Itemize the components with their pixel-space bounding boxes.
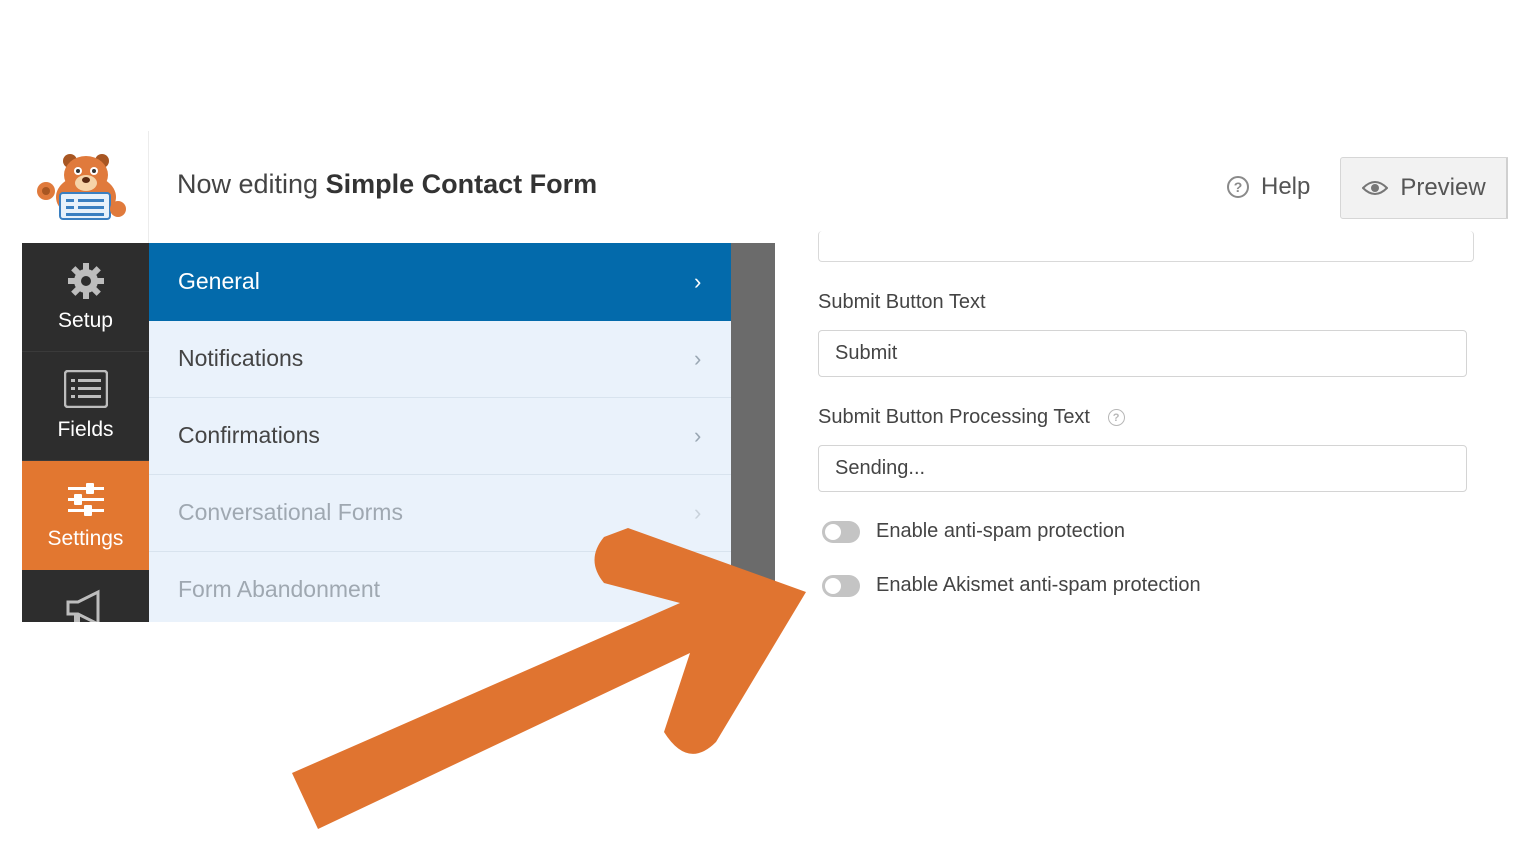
bear-mascot-icon: [37, 154, 126, 220]
chevron-right-icon: ›: [694, 499, 702, 525]
panel-item-label: General: [178, 268, 260, 294]
help-icon: ?: [1227, 176, 1249, 198]
toggle-knob: [825, 577, 841, 594]
previous-field-edge: [818, 231, 1474, 262]
page-title: Now editing Simple Contact Form: [177, 169, 597, 200]
panel-divider: [731, 243, 775, 622]
submit-text-input[interactable]: [818, 330, 1467, 377]
wpforms-logo[interactable]: [22, 131, 149, 243]
builder-sidebar: Setup Fields Settings: [22, 243, 149, 622]
gear-icon: [67, 263, 104, 299]
sidebar-item-settings[interactable]: Settings: [22, 461, 149, 570]
title-prefix: Now editing: [177, 169, 319, 199]
antispam-label: Enable anti-spam protection: [876, 520, 1126, 542]
preview-button[interactable]: Preview: [1340, 157, 1508, 219]
settings-panel: General › Notifications › Confirmations …: [149, 243, 731, 622]
panel-item-general[interactable]: General ›: [149, 243, 731, 321]
panel-item-form-abandonment[interactable]: Form Abandonment ›: [149, 551, 731, 622]
sidebar-label: Fields: [57, 418, 114, 441]
megaphone-icon: [66, 589, 99, 622]
antispam-toggle[interactable]: [822, 520, 860, 543]
panel-item-label: Notifications: [178, 345, 304, 371]
antispam-toggle-row[interactable]: Enable anti-spam protection: [822, 520, 1125, 543]
eye-icon: [1362, 181, 1389, 195]
submit-text-label: Submit Button Text: [818, 291, 986, 313]
builder-header: Now editing Simple Contact Form ? Help P…: [22, 131, 1514, 244]
sidebar-item-fields[interactable]: Fields: [22, 352, 149, 461]
sliders-icon: [67, 483, 104, 516]
panel-item-notifications[interactable]: Notifications ›: [149, 320, 731, 398]
chevron-right-icon: ›: [694, 268, 702, 294]
form-name: Simple Contact Form: [325, 169, 598, 199]
panel-item-label: Conversational Forms: [178, 499, 403, 525]
panel-item-confirmations[interactable]: Confirmations ›: [149, 397, 731, 475]
akismet-toggle-row[interactable]: Enable Akismet anti-spam protection: [822, 574, 1201, 597]
header-separator: [1506, 158, 1514, 218]
help-tooltip-icon[interactable]: ?: [1107, 409, 1125, 427]
sidebar-label: Settings: [47, 527, 124, 550]
panel-item-conversational-forms[interactable]: Conversational Forms ›: [149, 474, 731, 552]
general-settings-content: Submit Button Text Submit Button Process…: [775, 231, 1514, 622]
fields-icon: [63, 370, 108, 408]
help-label: Help: [1261, 173, 1311, 200]
akismet-label: Enable Akismet anti-spam protection: [876, 574, 1201, 596]
chevron-right-icon: ›: [694, 576, 702, 602]
sidebar-label: Setup: [58, 309, 113, 332]
help-button[interactable]: ? Help: [1227, 171, 1310, 203]
panel-item-label: Form Abandonment: [178, 576, 381, 602]
akismet-toggle[interactable]: [822, 574, 860, 597]
chevron-right-icon: ›: [694, 345, 702, 371]
processing-text-input[interactable]: [818, 445, 1467, 492]
preview-label: Preview: [1400, 174, 1486, 201]
panel-item-label: Confirmations: [178, 422, 320, 448]
processing-text-label-text: Submit Button Processing Text: [818, 406, 1090, 428]
sidebar-item-setup[interactable]: Setup: [22, 243, 149, 352]
chevron-right-icon: ›: [694, 422, 702, 448]
toggle-knob: [825, 523, 841, 540]
form-builder-window: Now editing Simple Contact Form ? Help P…: [22, 131, 1514, 622]
sidebar-item-marketing[interactable]: [22, 570, 149, 622]
processing-text-label: Submit Button Processing Text ?: [818, 406, 1125, 429]
